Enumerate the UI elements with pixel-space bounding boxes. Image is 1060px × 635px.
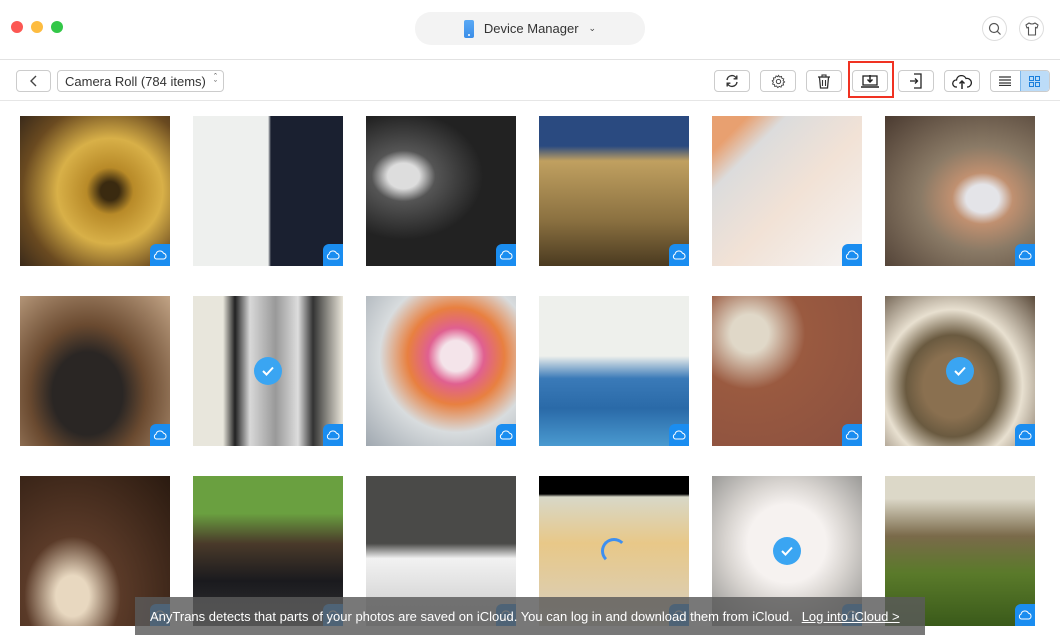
chevron-down-icon: ⌄ [588, 23, 597, 33]
selected-check-icon [254, 357, 282, 385]
icloud-badge-icon [669, 424, 689, 446]
cloud-upload-icon [952, 74, 972, 89]
list-view-button[interactable] [991, 71, 1020, 91]
photo-thumbnail[interactable] [712, 116, 862, 266]
phone-icon [463, 19, 474, 38]
photo-thumbnail[interactable] [885, 116, 1035, 266]
photo-thumbnail[interactable] [366, 296, 516, 446]
delete-button[interactable] [806, 70, 842, 92]
album-select[interactable]: Camera Roll (784 items) ˆˇ [57, 70, 224, 92]
device-manager-dropdown[interactable]: Device Manager ⌄ [415, 12, 645, 45]
icloud-badge-icon [150, 424, 170, 446]
view-mode-toggle [990, 70, 1050, 92]
icloud-badge-icon [669, 244, 689, 266]
settings-button[interactable] [760, 70, 796, 92]
grid-icon [1029, 75, 1041, 87]
album-select-value: Camera Roll (784 items) [65, 73, 206, 89]
icloud-badge-icon [1015, 244, 1035, 266]
photo-thumbnail[interactable] [193, 116, 343, 266]
icloud-badge-icon [1015, 604, 1035, 626]
photo-thumbnail[interactable] [539, 296, 689, 446]
icloud-badge-icon [323, 244, 343, 266]
grid-view-button[interactable] [1019, 71, 1049, 91]
zoom-window-button[interactable] [51, 21, 63, 33]
refresh-button[interactable] [714, 70, 750, 92]
gear-icon [771, 74, 785, 88]
icloud-badge-icon [150, 244, 170, 266]
photo-thumbnail[interactable] [712, 296, 862, 446]
export-to-computer-button[interactable] [852, 70, 888, 92]
export-to-computer-icon [861, 75, 879, 88]
icloud-notice-message: AnyTrans detects that parts of your phot… [150, 608, 793, 624]
search-icon [988, 22, 1001, 35]
chevron-left-icon [29, 75, 36, 87]
trash-icon [818, 73, 830, 89]
skin-button[interactable] [1019, 16, 1044, 41]
selected-check-icon [773, 537, 801, 565]
icloud-badge-icon [842, 424, 862, 446]
minimize-window-button[interactable] [31, 21, 43, 33]
toolbar: Camera Roll (784 items) ˆˇ [0, 61, 1060, 101]
icloud-notice-banner: AnyTrans detects that parts of your phot… [135, 597, 925, 635]
tshirt-icon [1024, 21, 1039, 36]
title-bar: Device Manager ⌄ [0, 0, 1060, 60]
send-to-device-icon [910, 73, 922, 89]
device-manager-label: Device Manager [483, 21, 579, 36]
icloud-badge-icon [842, 244, 862, 266]
log-into-icloud-link[interactable]: Log into iCloud > [802, 609, 900, 624]
icloud-badge-icon [496, 244, 516, 266]
icloud-badge-icon [323, 424, 343, 446]
photo-thumbnail[interactable] [20, 296, 170, 446]
photo-thumbnail[interactable] [193, 296, 343, 446]
photo-thumbnail[interactable] [539, 116, 689, 266]
icloud-badge-icon [496, 424, 516, 446]
loading-spinner-icon [601, 538, 627, 564]
refresh-icon [726, 74, 738, 88]
icloud-badge-icon [1015, 424, 1035, 446]
send-to-device-button[interactable] [898, 70, 934, 92]
photo-grid [0, 101, 1060, 635]
close-window-button[interactable] [11, 21, 23, 33]
updown-chevron-icon: ˆˇ [214, 72, 217, 89]
upload-to-icloud-button[interactable] [944, 70, 980, 92]
photo-thumbnail[interactable] [366, 116, 516, 266]
list-icon [999, 76, 1012, 86]
search-button[interactable] [982, 16, 1007, 41]
selected-check-icon [946, 357, 974, 385]
photo-thumbnail[interactable] [885, 296, 1035, 446]
back-button[interactable] [16, 70, 51, 92]
photo-thumbnail[interactable] [20, 116, 170, 266]
